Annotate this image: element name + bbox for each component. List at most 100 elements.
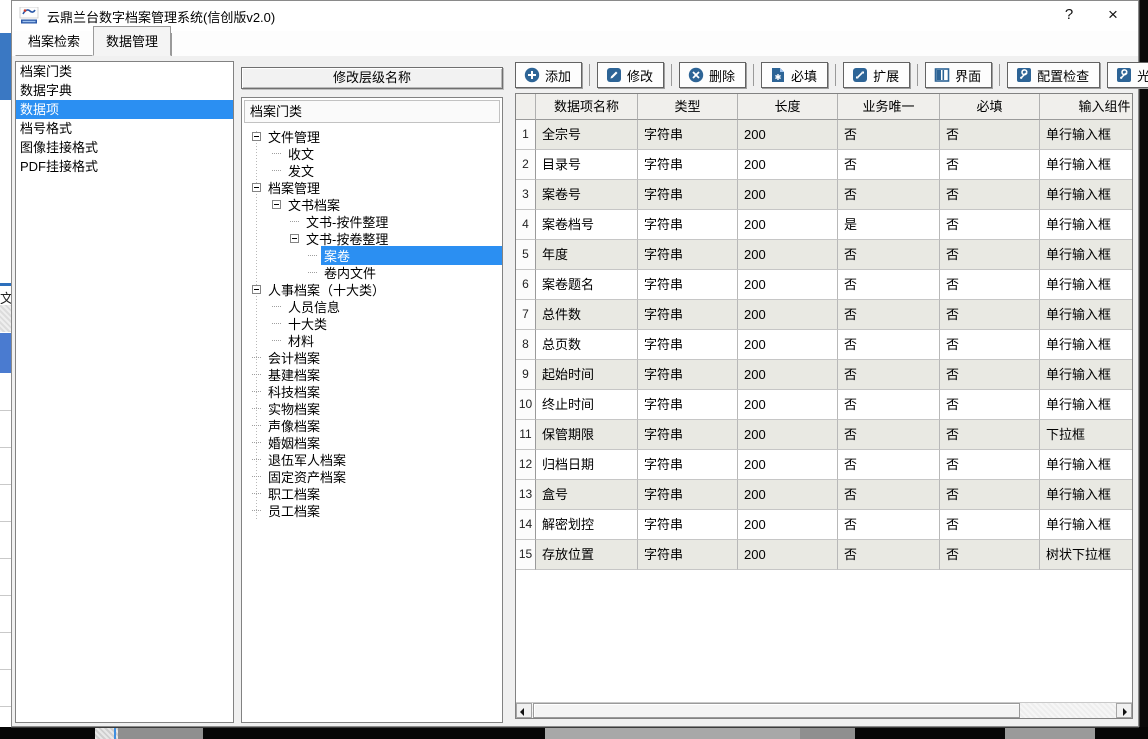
table-row[interactable]: 3 案卷号 字符串 200 否 否 单行输入框 (516, 180, 1133, 210)
table-row[interactable]: 1 全宗号 字符串 200 否 否 单行输入框 (516, 120, 1133, 150)
cursor-locate-button[interactable]: 光标定位 (1107, 62, 1148, 88)
cell-widget[interactable]: 单行输入框 (1040, 270, 1133, 300)
tree-item[interactable]: 实物档案 (242, 400, 502, 417)
cell-name[interactable]: 盒号 (536, 480, 638, 510)
cell-required[interactable]: 否 (940, 540, 1040, 570)
table-row[interactable]: 9 起始时间 字符串 200 否 否 单行输入框 (516, 360, 1133, 390)
cell-required[interactable]: 否 (940, 420, 1040, 450)
table-row[interactable]: 15 存放位置 字符串 200 否 否 树状下拉框 (516, 540, 1133, 570)
sidebar-item-data-dictionary[interactable]: 数据字典 (16, 81, 233, 100)
cell-type[interactable]: 字符串 (638, 120, 738, 150)
cell-unique[interactable]: 否 (838, 150, 940, 180)
column-header-unique[interactable]: 业务唯一 (838, 94, 940, 120)
cell-widget[interactable]: 单行输入框 (1040, 180, 1133, 210)
cell-required[interactable]: 否 (940, 210, 1040, 240)
cell-widget[interactable]: 单行输入框 (1040, 390, 1133, 420)
cell-widget[interactable]: 单行输入框 (1040, 150, 1133, 180)
cell-name[interactable]: 起始时间 (536, 360, 638, 390)
tree-collapse-icon[interactable] (252, 285, 261, 294)
cell-length[interactable]: 200 (738, 390, 838, 420)
cell-length[interactable]: 200 (738, 420, 838, 450)
scrollbar-thumb[interactable] (533, 703, 1020, 718)
cell-required[interactable]: 否 (940, 180, 1040, 210)
cell-name[interactable]: 总页数 (536, 330, 638, 360)
tree-item[interactable]: 十大类 (242, 315, 502, 332)
cell-length[interactable]: 200 (738, 330, 838, 360)
table-row[interactable]: 6 案卷题名 字符串 200 否 否 单行输入框 (516, 270, 1133, 300)
cell-length[interactable]: 200 (738, 150, 838, 180)
tab-data-management[interactable]: 数据管理 (93, 26, 171, 56)
cell-name[interactable]: 案卷题名 (536, 270, 638, 300)
rename-level-button[interactable]: 修改层级名称 (241, 67, 503, 89)
tree-item[interactable]: 婚姻档案 (242, 434, 502, 451)
cell-widget[interactable]: 单行输入框 (1040, 510, 1133, 540)
cell-unique[interactable]: 否 (838, 450, 940, 480)
cell-name[interactable]: 解密划控 (536, 510, 638, 540)
cell-widget[interactable]: 单行输入框 (1040, 210, 1133, 240)
cell-required[interactable]: 否 (940, 330, 1040, 360)
cell-name[interactable]: 保管期限 (536, 420, 638, 450)
tree-item[interactable]: 发文 (242, 162, 502, 179)
tree-item[interactable]: 文书-按件整理 (242, 213, 502, 230)
cell-name[interactable]: 归档日期 (536, 450, 638, 480)
cell-name[interactable]: 存放位置 (536, 540, 638, 570)
expand-button[interactable]: 扩展 (843, 62, 910, 88)
tree-collapse-icon[interactable] (272, 200, 281, 209)
cell-name[interactable]: 案卷号 (536, 180, 638, 210)
cell-length[interactable]: 200 (738, 450, 838, 480)
tree-collapse-icon[interactable] (252, 183, 261, 192)
column-header-type[interactable]: 类型 (638, 94, 738, 120)
sidebar-item-data-items[interactable]: 数据项 (16, 100, 233, 119)
scroll-right-button[interactable] (1116, 703, 1132, 718)
tree-item[interactable]: 会计档案 (242, 349, 502, 366)
cell-unique[interactable]: 否 (838, 300, 940, 330)
edit-button[interactable]: 修改 (597, 62, 664, 88)
tree-item[interactable]: 职工档案 (242, 485, 502, 502)
cell-required[interactable]: 否 (940, 120, 1040, 150)
table-row[interactable]: 7 总件数 字符串 200 否 否 单行输入框 (516, 300, 1133, 330)
table-row[interactable]: 13 盒号 字符串 200 否 否 单行输入框 (516, 480, 1133, 510)
tree-item[interactable]: 卷内文件 (242, 264, 502, 281)
close-button[interactable]: × (1096, 1, 1130, 29)
cell-unique[interactable]: 否 (838, 420, 940, 450)
sidebar-item-archive-number-format[interactable]: 档号格式 (16, 119, 233, 138)
cell-widget[interactable]: 下拉框 (1040, 420, 1133, 450)
cell-length[interactable]: 200 (738, 270, 838, 300)
cell-unique[interactable]: 否 (838, 270, 940, 300)
cell-unique[interactable]: 否 (838, 390, 940, 420)
table-row[interactable]: 2 目录号 字符串 200 否 否 单行输入框 (516, 150, 1133, 180)
cell-length[interactable]: 200 (738, 240, 838, 270)
cell-length[interactable]: 200 (738, 360, 838, 390)
cell-required[interactable]: 否 (940, 300, 1040, 330)
cell-type[interactable]: 字符串 (638, 270, 738, 300)
cell-required[interactable]: 否 (940, 360, 1040, 390)
cell-name[interactable]: 全宗号 (536, 120, 638, 150)
cell-unique[interactable]: 否 (838, 330, 940, 360)
cell-widget[interactable]: 单行输入框 (1040, 300, 1133, 330)
cell-unique[interactable]: 否 (838, 120, 940, 150)
table-row[interactable]: 14 解密划控 字符串 200 否 否 单行输入框 (516, 510, 1133, 540)
cell-length[interactable]: 200 (738, 480, 838, 510)
cell-name[interactable]: 年度 (536, 240, 638, 270)
cell-type[interactable]: 字符串 (638, 240, 738, 270)
layout-button[interactable]: 界面 (925, 62, 992, 88)
cell-type[interactable]: 字符串 (638, 510, 738, 540)
tree-item[interactable]: 员工档案 (242, 502, 502, 519)
cell-widget[interactable]: 树状下拉框 (1040, 540, 1133, 570)
cell-type[interactable]: 字符串 (638, 360, 738, 390)
table-row[interactable]: 10 终止时间 字符串 200 否 否 单行输入框 (516, 390, 1133, 420)
tree-collapse-icon[interactable] (252, 132, 261, 141)
cell-widget[interactable]: 单行输入框 (1040, 120, 1133, 150)
column-header-name[interactable]: 数据项名称 (536, 94, 638, 120)
table-row[interactable]: 5 年度 字符串 200 否 否 单行输入框 (516, 240, 1133, 270)
cell-type[interactable]: 字符串 (638, 540, 738, 570)
cell-unique[interactable]: 否 (838, 480, 940, 510)
table-row[interactable]: 12 归档日期 字符串 200 否 否 单行输入框 (516, 450, 1133, 480)
column-header-length[interactable]: 长度 (738, 94, 838, 120)
cell-length[interactable]: 200 (738, 180, 838, 210)
column-header-required[interactable]: 必填 (940, 94, 1040, 120)
cell-required[interactable]: 否 (940, 150, 1040, 180)
sidebar-item-archive-categories[interactable]: 档案门类 (16, 62, 233, 81)
horizontal-scrollbar[interactable] (516, 702, 1132, 718)
cell-length[interactable]: 200 (738, 540, 838, 570)
